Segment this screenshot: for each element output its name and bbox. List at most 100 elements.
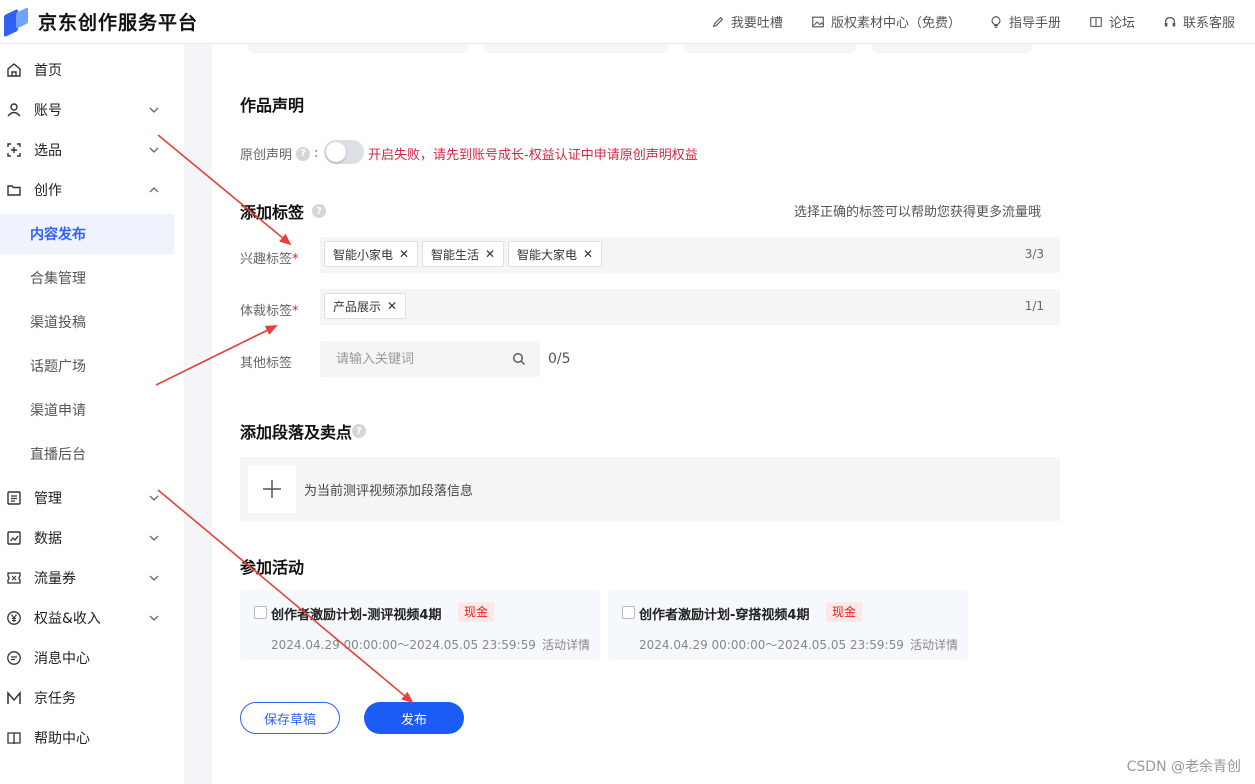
search-icon[interactable] — [512, 352, 526, 366]
top-nav-guide[interactable]: 指导手册 — [989, 12, 1061, 31]
scan-icon — [7, 143, 21, 157]
logo[interactable]: 京东创作服务平台 — [4, 6, 199, 37]
scrolled-panel-remnant — [248, 44, 468, 53]
tags-hint: 选择正确的标签可以帮助您获得更多流量哦 — [794, 205, 1042, 220]
activity-title: 创作者激励计划-穿搭视频4期 — [639, 608, 810, 623]
scrolled-panel-remnant — [872, 44, 1032, 53]
chevron-down-icon — [149, 107, 159, 113]
interest-tags-box[interactable]: 智能小家电 ✕ 智能生活 ✕ 智能大家电 ✕ 3/3 — [320, 237, 1060, 273]
toggle-knob — [326, 142, 346, 162]
genre-tags-label: 体裁标签* — [240, 300, 299, 319]
sidebar-item-label: 创作 — [34, 183, 62, 199]
add-paragraph-button[interactable] — [248, 465, 296, 513]
activity-date: 2024.04.29 00:00:00～2024.05.05 23:59:59 — [271, 638, 536, 652]
yen-icon — [7, 611, 21, 625]
genre-tags-box[interactable]: 产品展示 ✕ 1/1 — [320, 289, 1060, 325]
tag-label: 产品展示 — [333, 299, 382, 314]
top-nav: 我要吐槽 版权素材中心（免费） 指导手册 论坛 联系客服 — [683, 12, 1235, 31]
sidebar-subitem-channel-apply[interactable]: 渠道申请 — [0, 390, 174, 430]
other-tags-input[interactable] — [320, 351, 500, 367]
home-icon — [7, 63, 21, 77]
original-declaration-label: 原创声明 ? : — [240, 144, 318, 163]
chevron-up-icon — [149, 187, 159, 193]
top-header: 京东创作服务平台 我要吐槽 版权素材中心（免费） 指导手册 论坛 联系客服 — [0, 0, 1255, 44]
section-title-text: 作品声明 — [240, 96, 305, 115]
top-nav-feedback[interactable]: 我要吐槽 — [711, 12, 783, 31]
sidebar-subitem-collections[interactable]: 合集管理 — [0, 258, 174, 298]
interest-tag: 智能大家电 ✕ — [508, 241, 603, 267]
sidebar-item-home[interactable]: 首页 — [0, 50, 174, 90]
section-title-activity: 参加活动 — [240, 554, 304, 578]
sidebar-subitem-publish[interactable]: 内容发布 — [0, 214, 174, 254]
top-nav-forum[interactable]: 论坛 — [1089, 12, 1135, 31]
required-mark: * — [292, 252, 299, 267]
sidebar-subitem-channel-submit[interactable]: 渠道投稿 — [0, 302, 174, 342]
ticket-icon — [7, 572, 21, 584]
section-title-text: 参加活动 — [240, 558, 305, 577]
add-paragraph-text: 为当前测评视频添加段落信息 — [304, 483, 474, 499]
sidebar-item-selection[interactable]: 选品 — [0, 130, 174, 170]
activity-detail-link[interactable]: 活动详情 — [910, 636, 958, 653]
original-declaration-warning: 开启失败，请先到账号成长-权益认证中申请原创声明权益 — [368, 148, 698, 163]
activity-detail-link[interactable]: 活动详情 — [542, 636, 590, 653]
interest-tag: 智能生活 ✕ — [422, 241, 505, 267]
sidebar-item-rights-income[interactable]: 权益&收入 — [0, 598, 174, 638]
help-icon[interactable]: ? — [296, 146, 311, 161]
sidebar-subitem-live[interactable]: 直播后台 — [0, 434, 174, 474]
sidebar-item-manage[interactable]: 管理 — [0, 478, 174, 518]
top-nav-support[interactable]: 联系客服 — [1163, 12, 1235, 31]
sidebar-item-label: 帮助中心 — [34, 731, 90, 747]
remove-tag-icon[interactable]: ✕ — [387, 299, 397, 313]
top-nav-label: 联系客服 — [1182, 16, 1235, 31]
sidebar-subitem-topics[interactable]: 话题广场 — [0, 346, 174, 386]
publish-button[interactable]: 发布 — [364, 702, 464, 734]
top-nav-label: 版权素材中心（免费） — [830, 16, 961, 31]
sidebar-item-label: 京任务 — [34, 691, 76, 707]
activity-card[interactable]: 创作者激励计划-测评视频4期 现金 2024.04.29 00:00:00～20… — [240, 590, 600, 660]
activity-checkbox[interactable] — [254, 606, 267, 619]
m-icon — [7, 690, 21, 704]
sidebar-item-account[interactable]: 账号 — [0, 90, 174, 130]
save-draft-button[interactable]: 保存草稿 — [240, 702, 340, 734]
sidebar-item-messages[interactable]: 消息中心 — [0, 638, 174, 678]
other-tags-label: 其他标签 — [240, 356, 293, 371]
chevron-down-icon — [149, 535, 159, 541]
cash-badge: 现金 — [826, 602, 863, 622]
sidebar-item-jd-tasks[interactable]: 京任务 — [0, 678, 174, 718]
image-icon — [812, 16, 824, 27]
logo-text: 京东创作服务平台 — [38, 12, 199, 34]
remove-tag-icon[interactable]: ✕ — [485, 247, 495, 261]
headset-icon — [1164, 16, 1176, 26]
help-icon[interactable]: ? — [352, 424, 367, 438]
sidebar-item-create[interactable]: 创作 — [0, 170, 174, 210]
pencil-icon — [712, 16, 724, 27]
book-icon — [1090, 16, 1102, 27]
activity-title: 创作者激励计划-测评视频4期 — [271, 608, 442, 623]
section-title-tags: 添加标签 ? — [240, 199, 327, 223]
chevron-down-icon — [149, 147, 159, 153]
chart-icon — [7, 531, 21, 545]
sidebar-item-label: 数据 — [34, 531, 62, 547]
add-paragraph-box[interactable]: 为当前测评视频添加段落信息 — [240, 457, 1060, 521]
genre-tags-count: 1/1 — [1024, 299, 1044, 313]
interest-tags-label: 兴趣标签* — [240, 248, 299, 267]
original-declaration-toggle[interactable] — [324, 140, 364, 164]
remove-tag-icon[interactable]: ✕ — [399, 247, 409, 261]
activity-checkbox[interactable] — [622, 606, 635, 619]
activity-card[interactable]: 创作者激励计划-穿搭视频4期 现金 2024.04.29 00:00:00～20… — [608, 590, 968, 660]
sidebar-item-traffic-ticket[interactable]: 流量券 — [0, 558, 174, 598]
remove-tag-icon[interactable]: ✕ — [583, 247, 593, 261]
chevron-down-icon — [149, 615, 159, 621]
sidebar-item-label: 首页 — [34, 63, 62, 79]
user-icon — [7, 103, 21, 117]
top-nav-copyright[interactable]: 版权素材中心（免费） — [811, 12, 961, 31]
sidebar-item-data[interactable]: 数据 — [0, 518, 174, 558]
logo-mark-icon — [4, 6, 30, 37]
sidebar-item-label: 选品 — [34, 143, 62, 159]
sidebar-item-help[interactable]: 帮助中心 — [0, 718, 174, 758]
interest-tags-text: 兴趣标签 — [240, 252, 293, 267]
genre-tags-text: 体裁标签 — [240, 304, 293, 319]
scrolled-panel-remnant — [684, 44, 856, 53]
sidebar-item-label: 管理 — [34, 491, 62, 507]
help-icon[interactable]: ? — [312, 204, 327, 218]
